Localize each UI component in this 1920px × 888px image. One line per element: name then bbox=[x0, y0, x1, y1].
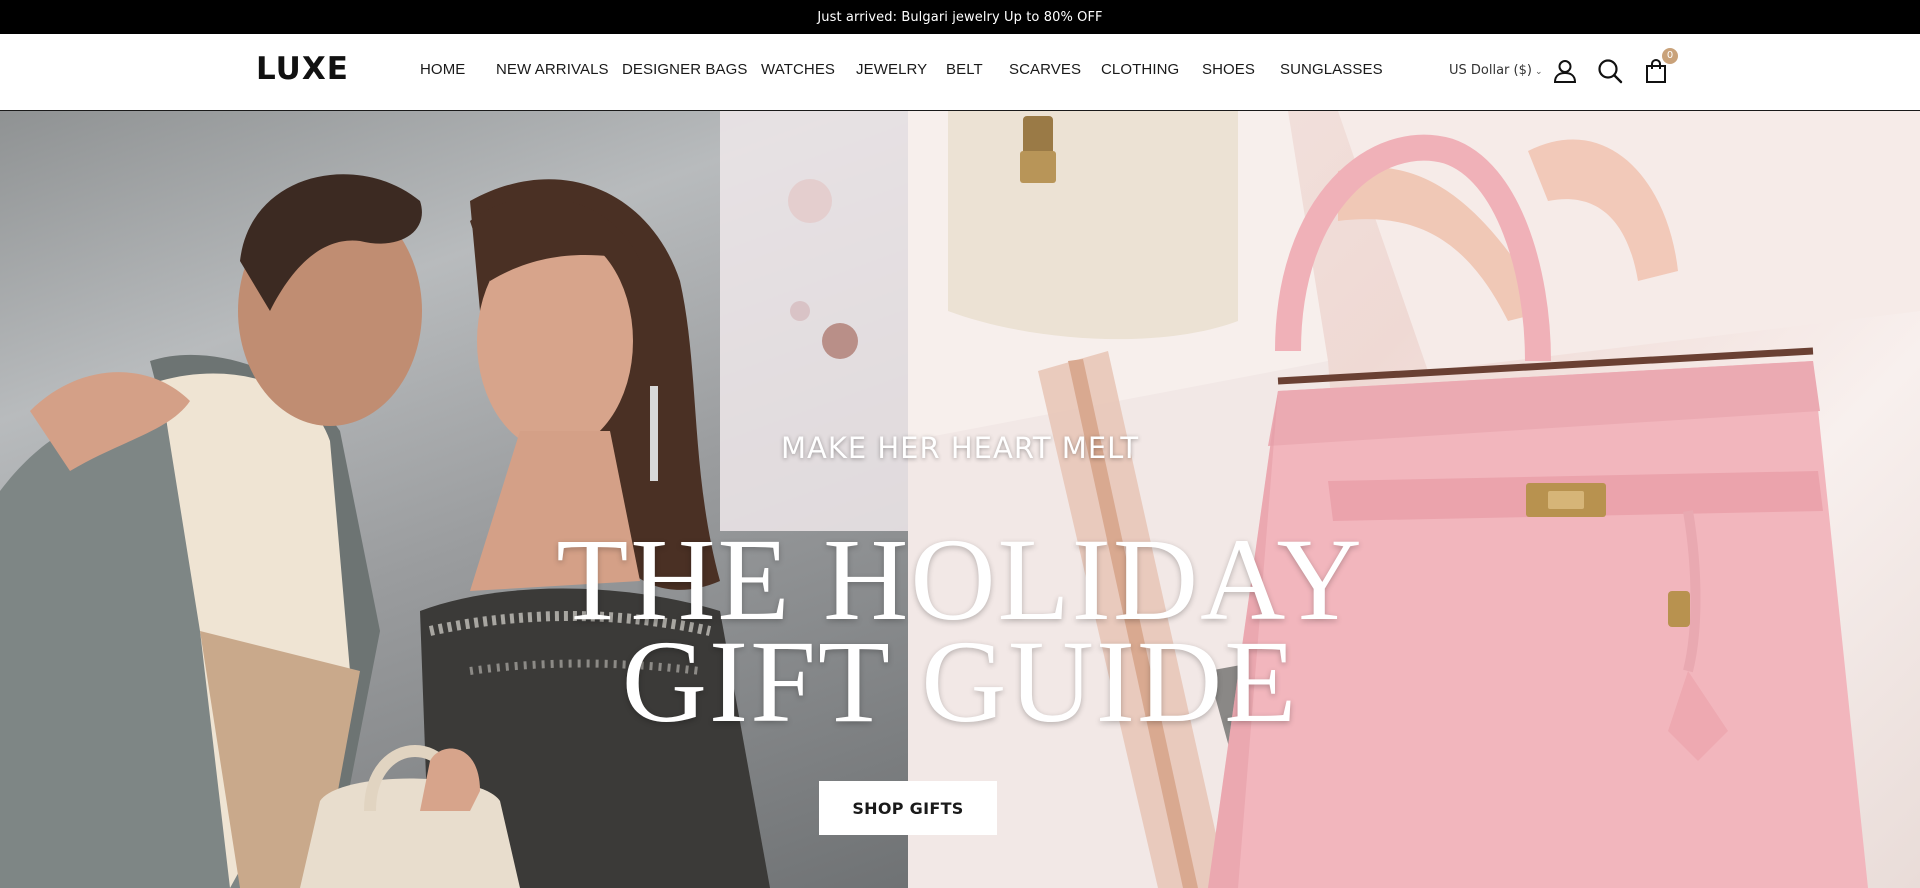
hero-banner: MAKE HER HEART MELT THE HOLIDAY GIFT GUI… bbox=[0, 111, 1920, 888]
logo[interactable]: LUXE bbox=[256, 54, 349, 85]
site-header: LUXE HOME NEW ARRIVALS DESIGNER BAGS WAT… bbox=[0, 34, 1920, 111]
nav-sunglasses[interactable]: SUNGLASSES bbox=[1280, 61, 1383, 78]
pink-bag-illustration bbox=[908, 111, 1920, 888]
cart-count-badge: 0 bbox=[1662, 48, 1678, 64]
nav-home[interactable]: HOME bbox=[420, 61, 465, 78]
announcement-text: Just arrived: Bulgari jewelry Up to 80% … bbox=[817, 9, 1103, 25]
hero-image-couple bbox=[0, 111, 908, 888]
nav-designer-bags[interactable]: DESIGNER BAGS bbox=[622, 61, 748, 78]
nav-scarves[interactable]: SCARVES bbox=[1009, 61, 1081, 78]
user-icon[interactable] bbox=[1552, 58, 1578, 84]
nav-new-arrivals[interactable]: NEW ARRIVALS bbox=[496, 61, 609, 78]
hero-subtitle: MAKE HER HEART MELT bbox=[780, 431, 1140, 465]
search-icon[interactable] bbox=[1597, 58, 1623, 84]
nav-jewelry[interactable]: JEWELRY bbox=[856, 61, 927, 78]
nav-watches[interactable]: WATCHES bbox=[761, 61, 835, 78]
hero-title-line-2: GIFT GUIDE bbox=[621, 616, 1299, 747]
hero-image-bag bbox=[908, 111, 1920, 888]
currency-selector[interactable]: US Dollar ($) ⌄ bbox=[1449, 63, 1543, 78]
nav-shoes[interactable]: SHOES bbox=[1202, 61, 1255, 78]
nav-clothing[interactable]: CLOTHING bbox=[1101, 61, 1179, 78]
currency-label: US Dollar ($) bbox=[1449, 63, 1532, 78]
couple-illustration bbox=[0, 111, 908, 888]
chevron-down-icon: ⌄ bbox=[1534, 67, 1543, 77]
hero-title: THE HOLIDAY GIFT GUIDE bbox=[0, 521, 1920, 747]
announcement-bar: Just arrived: Bulgari jewelry Up to 80% … bbox=[0, 0, 1920, 34]
nav-belt[interactable]: BELT bbox=[946, 61, 983, 78]
shop-gifts-button[interactable]: SHOP GIFTS bbox=[819, 781, 997, 835]
